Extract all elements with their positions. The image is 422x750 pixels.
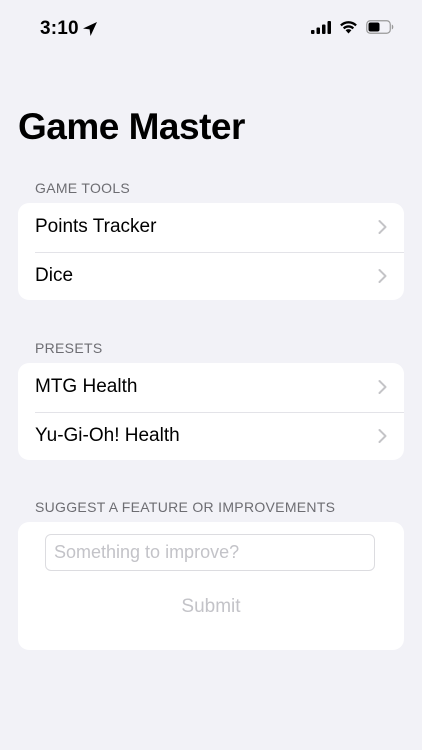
row-points-tracker[interactable]: Points Tracker bbox=[18, 203, 404, 252]
battery-icon bbox=[366, 20, 394, 34]
section-header-suggest: SUGGEST A FEATURE OR IMPROVEMENTS bbox=[35, 499, 336, 515]
wifi-icon bbox=[340, 21, 357, 34]
status-bar: 3:10 bbox=[0, 0, 422, 60]
cellular-signal-icon bbox=[311, 20, 331, 34]
status-time: 3:10 bbox=[40, 18, 79, 39]
chevron-right-icon bbox=[378, 380, 387, 395]
row-label: Yu-Gi-Oh! Health bbox=[35, 424, 180, 446]
chevron-right-icon bbox=[378, 220, 387, 235]
section-header-presets: PRESETS bbox=[35, 340, 103, 356]
status-indicators bbox=[311, 20, 394, 34]
game-tools-group: Points Tracker Dice bbox=[18, 203, 404, 300]
suggest-input[interactable] bbox=[45, 534, 375, 571]
row-label: Dice bbox=[35, 264, 74, 286]
row-label: Points Tracker bbox=[35, 216, 157, 238]
row-label: MTG Health bbox=[35, 376, 138, 398]
row-yugioh-health[interactable]: Yu-Gi-Oh! Health bbox=[18, 411, 404, 461]
chevron-right-icon bbox=[378, 268, 387, 283]
row-mtg-health[interactable]: MTG Health bbox=[18, 363, 404, 412]
location-arrow-icon bbox=[83, 22, 97, 36]
chevron-right-icon bbox=[378, 428, 387, 443]
suggest-group: Submit bbox=[18, 522, 404, 650]
page-title: Game Master bbox=[18, 106, 245, 147]
section-header-game-tools: GAME TOOLS bbox=[35, 180, 131, 196]
row-dice[interactable]: Dice bbox=[18, 251, 404, 301]
submit-button[interactable]: Submit bbox=[18, 596, 404, 618]
presets-group: MTG Health Yu-Gi-Oh! Health bbox=[18, 363, 404, 460]
